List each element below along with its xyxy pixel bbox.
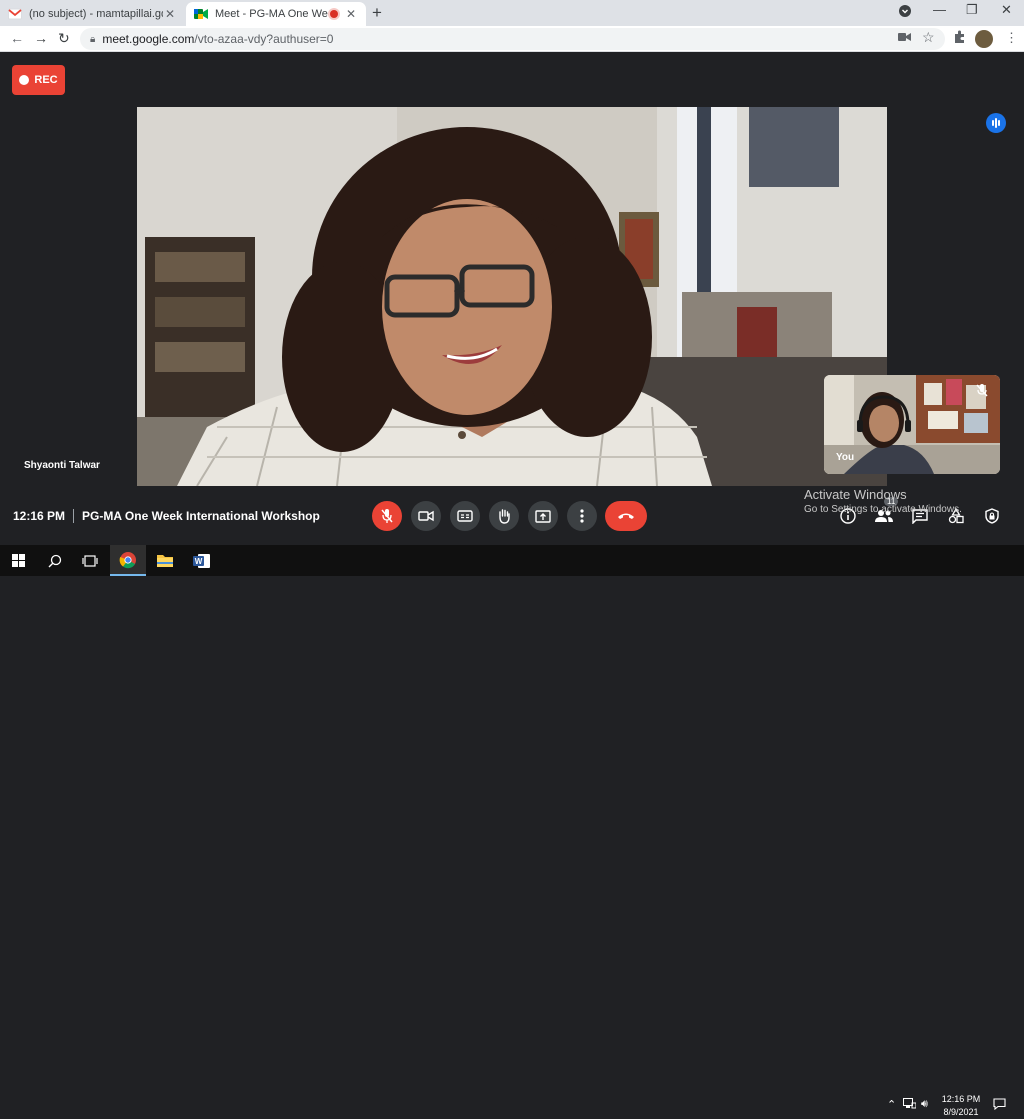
url-field[interactable]: 🔒︎ meet.google.com/vto-azaa-vdy?authuser… xyxy=(80,28,945,50)
meeting-details: 12:16 PM PG-MA One Week International Wo… xyxy=(13,509,320,523)
chrome-icon xyxy=(119,551,136,568)
notifications-icon[interactable] xyxy=(993,1098,1006,1113)
bookmark-star-icon[interactable]: ☆ xyxy=(922,29,935,46)
tab-gmail[interactable]: (no subject) - mamtapillai.gd@in ✕ xyxy=(0,2,185,26)
watermark-title: Activate Windows xyxy=(804,487,907,502)
reload-icon[interactable]: ↻ xyxy=(58,30,70,47)
extensions-icon[interactable] xyxy=(953,30,966,46)
browser-menu-icon[interactable]: ⋮ xyxy=(1005,30,1018,46)
raise-hand-button[interactable] xyxy=(489,501,519,531)
tab-title: Meet - PG-MA One Week Int xyxy=(215,8,330,20)
url-domain: meet.google.com xyxy=(102,32,195,46)
start-button[interactable] xyxy=(0,545,36,576)
search-icon xyxy=(48,554,62,567)
camera-toggle-button[interactable] xyxy=(411,501,441,531)
taskbar-chrome[interactable] xyxy=(110,545,146,576)
tab-search-icon[interactable] xyxy=(898,4,912,21)
host-controls-button[interactable] xyxy=(982,506,1002,526)
shield-lock-icon xyxy=(985,508,999,524)
search-button[interactable] xyxy=(37,545,73,576)
speaker-video-frame xyxy=(137,107,887,486)
more-vertical-icon xyxy=(580,509,584,523)
speaker-name-label: Shyaonti Talwar xyxy=(24,460,100,471)
captions-button[interactable] xyxy=(450,501,480,531)
camera-in-use-icon[interactable] xyxy=(898,31,911,45)
more-options-button[interactable] xyxy=(567,501,597,531)
hang-up-icon xyxy=(618,513,634,519)
divider xyxy=(73,509,75,523)
clock-time: 12:16 PM xyxy=(941,1094,981,1104)
closed-captions-icon xyxy=(457,510,473,522)
tab-meet[interactable]: Meet - PG-MA One Week Int ✕ xyxy=(186,2,366,26)
network-icon[interactable] xyxy=(903,1098,917,1112)
address-bar-row: ← → ↻ 🔒︎ meet.google.com/vto-azaa-vdy?au… xyxy=(0,26,1024,52)
taskbar-file-explorer[interactable] xyxy=(147,545,183,576)
clock-date: 8/9/2021 xyxy=(943,1107,979,1117)
meeting-title: PG-MA One Week International Workshop xyxy=(82,509,320,523)
minimize-icon[interactable]: — xyxy=(933,2,946,17)
watermark-subtitle: Go to Settings to activate Windows. xyxy=(804,504,962,515)
close-icon[interactable]: ✕ xyxy=(344,7,358,21)
gmail-icon xyxy=(8,8,22,20)
show-hidden-icons-icon[interactable]: ⌃ xyxy=(887,1098,896,1111)
main-speaker-video[interactable] xyxy=(137,107,887,486)
meet-icon xyxy=(194,9,208,19)
recording-badge[interactable]: REC xyxy=(12,65,65,95)
volume-icon[interactable]: 🔊︎ xyxy=(921,1098,928,1111)
self-view-tile[interactable]: You xyxy=(824,375,1000,474)
folder-icon xyxy=(157,555,173,567)
muted-icon xyxy=(974,382,990,398)
present-screen-icon xyxy=(535,509,551,523)
self-label: You xyxy=(836,452,855,463)
video-camera-icon xyxy=(418,510,434,522)
profile-avatar[interactable] xyxy=(975,30,993,48)
recording-indicator-icon xyxy=(330,10,338,18)
present-screen-button[interactable] xyxy=(528,501,558,531)
url-path: /vto-azaa-vdy?authuser=0 xyxy=(194,32,334,46)
task-view-icon xyxy=(82,554,98,567)
tab-strip: (no subject) - mamtapillai.gd@in ✕ Meet … xyxy=(0,0,1024,26)
new-tab-icon[interactable]: + xyxy=(372,3,382,23)
meeting-time: 12:16 PM xyxy=(13,509,66,523)
back-icon[interactable]: ← xyxy=(10,30,24,46)
taskbar-word[interactable]: W xyxy=(184,545,220,576)
raise-hand-icon xyxy=(499,509,510,524)
recording-label: REC xyxy=(34,74,58,86)
record-dot-icon xyxy=(19,75,30,85)
restore-icon[interactable]: ❐ xyxy=(966,2,978,18)
task-view-button[interactable] xyxy=(72,545,108,576)
word-icon: W xyxy=(193,553,210,568)
leave-call-button[interactable] xyxy=(605,501,647,531)
close-window-icon[interactable]: ✕ xyxy=(1001,2,1012,18)
forward-icon[interactable]: → xyxy=(34,30,48,46)
lock-icon[interactable]: 🔒︎ xyxy=(90,34,95,45)
mic-off-icon xyxy=(381,509,393,523)
close-icon[interactable]: ✕ xyxy=(163,7,177,21)
svg-text:W: W xyxy=(195,557,203,566)
system-clock[interactable]: 12:16 PM 8/9/2021 xyxy=(938,1093,984,1119)
windows-logo-icon xyxy=(11,554,25,567)
activate-windows-watermark: Activate Windows Go to Settings to activ… xyxy=(804,487,962,515)
mic-toggle-button[interactable] xyxy=(372,501,402,531)
windows-taskbar: W ⌃ 🔊︎ 12:16 PM 8/9/2021 xyxy=(0,545,1024,1117)
speaking-indicator-icon xyxy=(986,113,1006,133)
tab-title: (no subject) - mamtapillai.gd@in xyxy=(29,8,163,20)
